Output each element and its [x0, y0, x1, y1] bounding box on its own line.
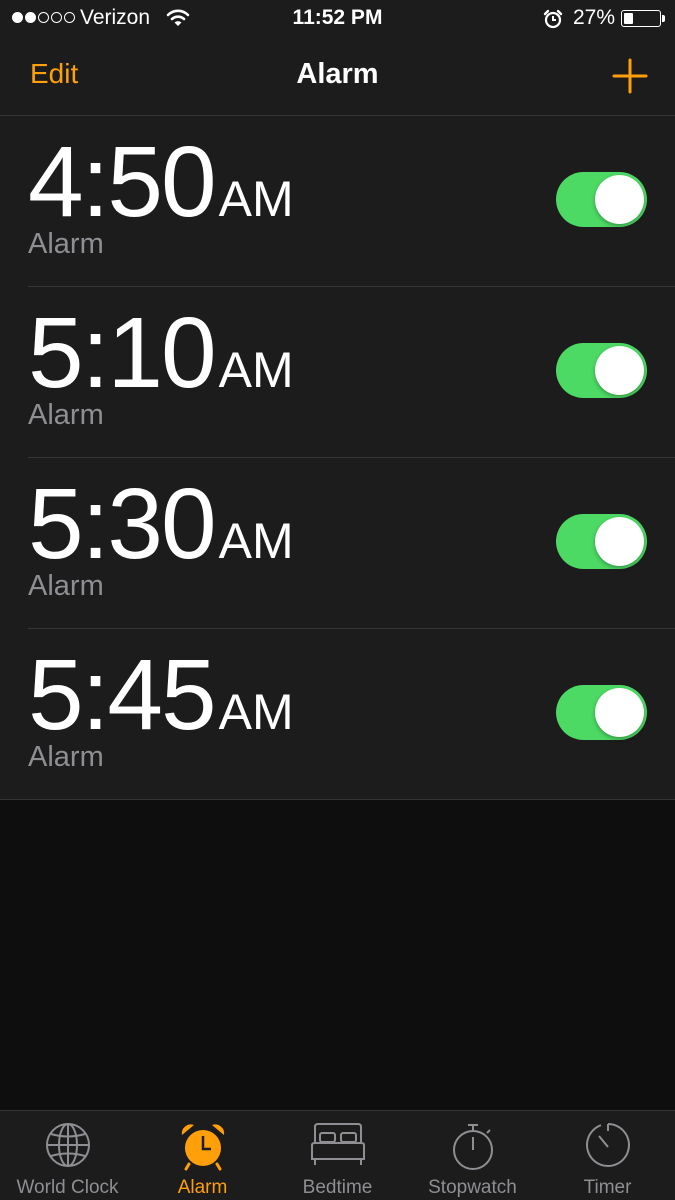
alarm-toggle[interactable] — [556, 343, 647, 398]
page-title: Alarm — [296, 58, 379, 90]
battery-tip — [662, 15, 665, 22]
toggle-knob — [595, 346, 644, 395]
tab-bar: World Clock Alarm Bedtime Stopwatch Time… — [0, 1110, 675, 1200]
alarm-row[interactable]: 5:10AM Alarm — [28, 287, 675, 458]
tab-stopwatch[interactable]: Stopwatch — [405, 1111, 540, 1200]
alarm-toggle[interactable] — [556, 514, 647, 569]
alarm-ampm: AM — [218, 171, 294, 227]
alarm-clock-icon — [178, 1121, 228, 1176]
plus-icon — [612, 58, 648, 94]
toggle-knob — [595, 175, 644, 224]
battery-icon — [621, 10, 661, 27]
tab-label: Stopwatch — [428, 1177, 517, 1198]
alarm-ampm: AM — [218, 684, 294, 740]
alarm-label: Alarm — [28, 741, 104, 773]
alarm-toggle[interactable] — [556, 172, 647, 227]
battery-fill — [624, 13, 633, 24]
alarm-time: 5:10AM — [28, 303, 294, 403]
alarm-time: 4:50AM — [28, 132, 294, 232]
alarm-clock-icon — [543, 9, 563, 34]
alarm-label: Alarm — [28, 399, 104, 431]
alarm-label: Alarm — [28, 570, 104, 602]
alarm-time-digits: 4:50 — [28, 126, 217, 238]
clock-app-screen: Verizon 11:52 PM 27% Edit Alarm 4:50AM A… — [0, 0, 675, 1200]
globe-icon — [44, 1121, 92, 1174]
alarm-toggle[interactable] — [556, 685, 647, 740]
tab-label: Bedtime — [302, 1177, 373, 1198]
tab-label: Timer — [583, 1177, 632, 1198]
timer-icon — [584, 1121, 632, 1174]
add-alarm-button[interactable] — [612, 58, 648, 94]
alarm-row[interactable]: 5:45AM Alarm — [0, 629, 675, 800]
tab-bedtime[interactable]: Bedtime — [270, 1111, 405, 1200]
bed-icon — [309, 1121, 367, 1174]
tab-world-clock[interactable]: World Clock — [0, 1111, 135, 1200]
alarm-ampm: AM — [218, 513, 294, 569]
alarm-list: 4:50AM Alarm 5:10AM Alarm 5:30AM Alarm 5… — [0, 116, 675, 800]
tab-timer[interactable]: Timer — [540, 1111, 675, 1200]
alarm-label: Alarm — [28, 228, 104, 260]
stopwatch-icon — [449, 1121, 497, 1176]
alarm-ampm: AM — [218, 342, 294, 398]
alarm-time-digits: 5:45 — [28, 639, 217, 751]
alarm-time-digits: 5:30 — [28, 468, 217, 580]
alarm-time: 5:45AM — [28, 645, 294, 745]
alarm-row[interactable]: 5:30AM Alarm — [28, 458, 675, 629]
tab-label: World Clock — [16, 1177, 119, 1198]
toggle-knob — [595, 517, 644, 566]
tab-alarm[interactable]: Alarm — [135, 1111, 270, 1200]
status-bar: Verizon 11:52 PM 27% — [0, 0, 675, 38]
alarm-row[interactable]: 4:50AM Alarm — [28, 116, 675, 287]
tab-label: Alarm — [177, 1177, 228, 1198]
alarm-time-digits: 5:10 — [28, 297, 217, 409]
battery-percent: 27% — [573, 6, 616, 29]
navigation-bar: Edit Alarm — [0, 38, 675, 116]
alarm-time: 5:30AM — [28, 474, 294, 574]
toggle-knob — [595, 688, 644, 737]
